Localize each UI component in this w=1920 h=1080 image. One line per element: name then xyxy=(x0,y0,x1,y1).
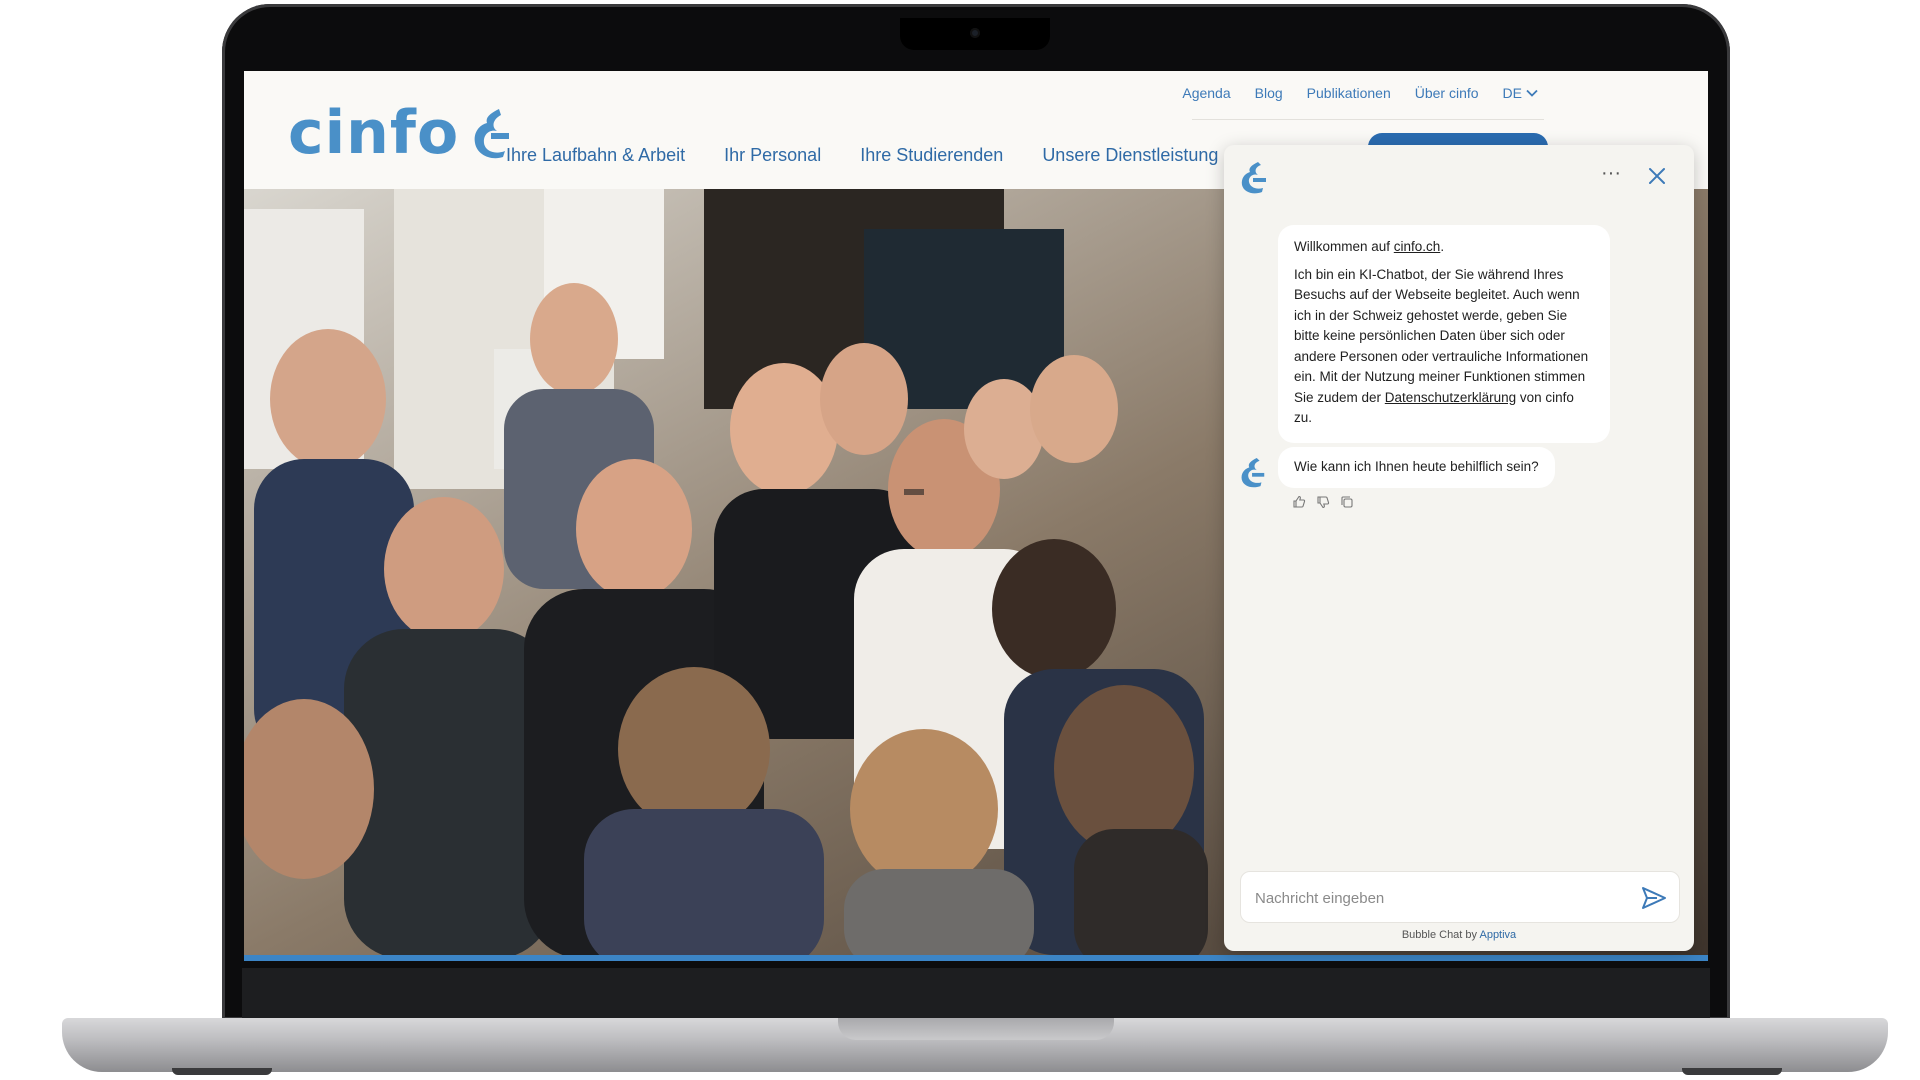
topnav-agenda[interactable]: Agenda xyxy=(1182,85,1230,101)
topnav-divider xyxy=(1192,119,1544,120)
topnav-publikationen[interactable]: Publikationen xyxy=(1307,85,1391,101)
welcome-suffix: . xyxy=(1440,239,1445,254)
laptop-mockup: cinfo Agenda Blog Publikationen Über cin… xyxy=(0,0,1920,1080)
cinfo-logo[interactable]: cinfo xyxy=(288,93,513,173)
chatbot-logo-icon xyxy=(1241,162,1266,194)
welcome-line: Willkommen auf cinfo.ch. xyxy=(1294,237,1594,258)
browser-screen: cinfo Agenda Blog Publikationen Über cin… xyxy=(244,71,1708,961)
laptop-foot-right xyxy=(1682,1068,1782,1075)
thumbs-down-icon[interactable] xyxy=(1316,495,1330,509)
welcome-prefix: Willkommen auf xyxy=(1294,239,1394,254)
chatbot-avatar-icon xyxy=(1241,457,1265,488)
hero-progress-bar xyxy=(244,955,1708,961)
question-message: Wie kann ich Ihnen heute behilflich sein… xyxy=(1278,447,1555,488)
nav-ihre-studierenden[interactable]: Ihre Studierenden xyxy=(860,145,1003,166)
message-input-box xyxy=(1240,871,1680,923)
logo-text: cinfo xyxy=(288,98,460,168)
laptop-foot-left xyxy=(172,1068,272,1075)
camera-icon xyxy=(970,28,980,38)
welcome-message: Willkommen auf cinfo.ch. Ich bin ein KI-… xyxy=(1278,225,1610,443)
apptiva-link[interactable]: Apptiva xyxy=(1479,929,1516,941)
copy-icon[interactable] xyxy=(1340,495,1354,509)
close-icon[interactable] xyxy=(1644,163,1670,189)
chat-header: ··· xyxy=(1224,145,1694,209)
nav-laufbahn-arbeit[interactable]: Ihre Laufbahn & Arbeit xyxy=(506,145,685,166)
intro-paragraph: Ich bin ein KI-Chatbot, der Sie während … xyxy=(1294,265,1594,429)
message-input[interactable] xyxy=(1255,886,1615,910)
top-nav: Agenda Blog Publikationen Über cinfo DE xyxy=(1182,85,1538,101)
cinfo-link[interactable]: cinfo.ch xyxy=(1394,239,1441,254)
main-nav: Ihre Laufbahn & Arbeit Ihr Personal Ihre… xyxy=(506,145,1218,166)
chevron-down-icon xyxy=(1526,89,1538,97)
laptop-bezel xyxy=(242,968,1710,1020)
privacy-link[interactable]: Datenschutzerklärung xyxy=(1385,390,1516,405)
laptop-lid-notch xyxy=(838,1018,1114,1040)
topnav-ueber-cinfo[interactable]: Über cinfo xyxy=(1415,85,1479,101)
nav-dienstleistung[interactable]: Unsere Dienstleistung xyxy=(1042,145,1218,166)
intro-text: Ich bin ein KI-Chatbot, der Sie während … xyxy=(1294,266,1589,405)
language-label: DE xyxy=(1502,85,1522,101)
nav-ihr-personal[interactable]: Ihr Personal xyxy=(724,145,821,166)
send-icon[interactable] xyxy=(1639,884,1669,912)
footer-prefix: Bubble Chat by xyxy=(1401,929,1480,941)
thumbs-up-icon[interactable] xyxy=(1292,495,1306,509)
chat-footer: Bubble Chat by Apptiva xyxy=(1224,929,1694,941)
more-options-button[interactable]: ··· xyxy=(1598,163,1624,189)
language-selector[interactable]: DE xyxy=(1503,85,1538,101)
chat-widget: ··· Willkommen auf cinfo.ch. Ich bin ein… xyxy=(1224,145,1694,951)
topnav-blog[interactable]: Blog xyxy=(1255,85,1283,101)
message-feedback xyxy=(1292,495,1354,509)
